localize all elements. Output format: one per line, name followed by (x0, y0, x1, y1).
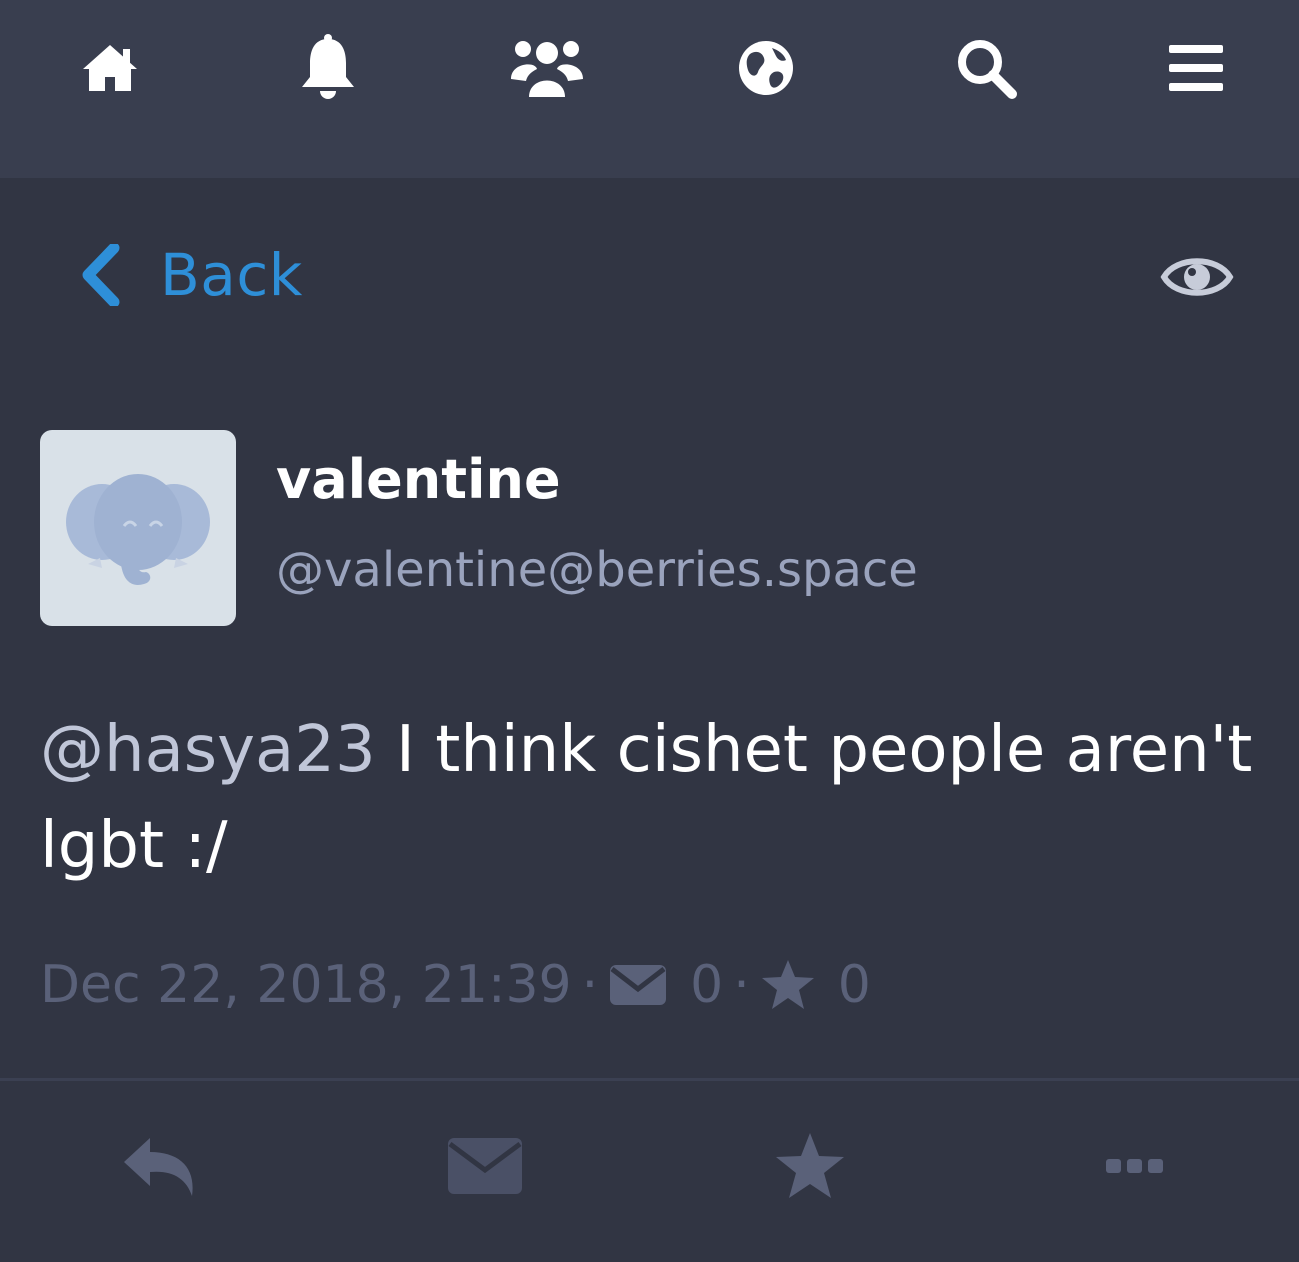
eye-icon[interactable] (1160, 250, 1234, 304)
users-icon[interactable] (507, 30, 587, 106)
bell-icon[interactable] (288, 30, 368, 106)
status-content: @hasya23 I think cishet people aren't lg… (40, 702, 1260, 894)
reply-button[interactable] (116, 1126, 206, 1206)
separator: · (733, 955, 750, 1015)
ellipsis-icon (1106, 1159, 1163, 1173)
boost-count: 0 (690, 955, 724, 1015)
envelope-icon (610, 965, 667, 1005)
home-icon[interactable] (70, 30, 150, 106)
globe-icon[interactable] (726, 30, 806, 106)
account-handle[interactable]: @valentine@berries.space (276, 542, 918, 598)
avatar[interactable] (40, 430, 236, 626)
separator: · (581, 955, 599, 1015)
display-name[interactable]: valentine (276, 448, 561, 511)
search-icon[interactable] (946, 30, 1026, 106)
divider (0, 1078, 1299, 1081)
favourite-button[interactable] (765, 1126, 855, 1206)
reply-icon (124, 1138, 193, 1196)
favourite-count: 0 (837, 955, 871, 1015)
top-navigation (0, 0, 1299, 178)
star-icon (776, 1133, 844, 1198)
more-button[interactable] (1090, 1126, 1180, 1206)
back-button[interactable]: Back (78, 240, 303, 310)
boost-button[interactable] (440, 1126, 530, 1206)
column-header: Back (0, 178, 1299, 368)
envelope-icon (448, 1138, 522, 1194)
elephant-avatar-icon (66, 474, 210, 585)
chevron-left-icon (82, 244, 120, 306)
status-meta: Dec 22, 2018, 21:39 · 0 · 0 (40, 950, 871, 1020)
mention-link[interactable]: @hasya23 (40, 713, 376, 787)
timestamp[interactable]: Dec 22, 2018, 21:39 (40, 955, 572, 1015)
star-icon (761, 960, 814, 1009)
back-label: Back (160, 241, 303, 309)
menu-icon[interactable] (1156, 30, 1236, 106)
